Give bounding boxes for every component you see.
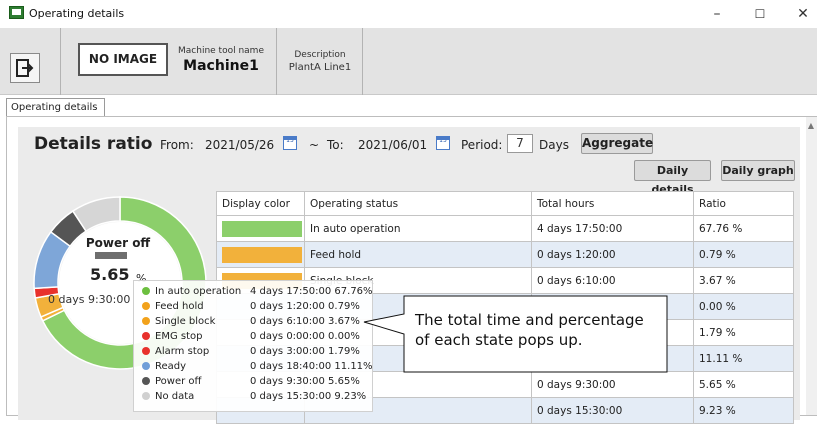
ratio-cell: 67.76 %: [693, 215, 794, 242]
column-header: Operating status: [304, 191, 532, 216]
description-label: Description: [294, 50, 346, 60]
tooltip-value: 0 days 0:00:00 0.00%: [250, 331, 360, 342]
tooltip-value: 0 days 9:30:00 5.65%: [250, 376, 360, 387]
tooltip-row: Single block 0 days 6:10:00 3.67%: [142, 316, 360, 331]
tooltip-value: 0 days 6:10:00 3.67%: [250, 316, 360, 327]
tab-operating-details[interactable]: Operating details: [6, 98, 105, 117]
exit-button[interactable]: [10, 53, 40, 83]
hours-cell: 0 days 15:30:00: [531, 397, 694, 424]
callout-line: of each state pops up.: [415, 331, 583, 349]
title-bar: Operating details – ☐ ✕: [0, 0, 817, 28]
tooltip-name: Single block: [155, 316, 216, 327]
donut-center-title: Power off: [85, 236, 151, 250]
from-label: From:: [160, 138, 194, 152]
tooltip-value: 0 days 3:00:00 1.79%: [250, 346, 360, 357]
header-separator: [60, 28, 61, 95]
tooltip-row: EMG stop 0 days 0:00:00 0.00%: [142, 331, 360, 346]
hours-cell: 4 days 17:50:00: [531, 215, 694, 242]
machine-name-label: Machine tool name: [178, 46, 264, 56]
tooltip-value: 4 days 17:50:00 67.76%: [250, 286, 373, 297]
to-date-field[interactable]: 2021/06/01: [358, 138, 427, 152]
dot-icon: [142, 347, 150, 355]
machine-header: NO IMAGE Machine tool name Machine1 Desc…: [0, 28, 817, 95]
column-header: Display color: [216, 191, 305, 216]
aggregate-button[interactable]: Aggregate: [581, 133, 653, 154]
tooltip-name: Alarm stop: [155, 346, 210, 357]
tooltip-row: Feed hold 0 days 1:20:00 0.79%: [142, 301, 360, 316]
tooltip-name: Feed hold: [155, 301, 204, 312]
color-swatch: [222, 220, 302, 237]
tooltip-name: No data: [155, 391, 195, 402]
dot-icon: [142, 377, 150, 385]
ratio-cell: 0.79 %: [693, 241, 794, 268]
table-row[interactable]: Feed hold 0 days 1:20:00 0.79 %: [216, 241, 794, 268]
ratio-cell: 0.00 %: [693, 293, 794, 320]
window-title: Operating details: [29, 7, 125, 20]
scroll-up-icon[interactable]: ▲: [808, 121, 814, 130]
vertical-scrollbar[interactable]: [806, 117, 817, 415]
donut-center-swatch: [95, 252, 127, 259]
days-label: Days: [539, 138, 569, 152]
dot-icon: [142, 317, 150, 325]
minimize-button[interactable]: –: [702, 4, 732, 24]
column-header: Total hours: [531, 191, 694, 216]
to-label: To:: [327, 138, 344, 152]
tooltip-name: Ready: [155, 361, 187, 372]
dot-icon: [142, 332, 150, 340]
donut-center-time: 0 days 9:30:00: [48, 293, 131, 306]
color-cell: [216, 241, 305, 268]
tooltip-row: Ready 0 days 18:40:00 11.11%: [142, 361, 373, 376]
color-swatch: [222, 246, 302, 263]
ratio-cell: 11.11 %: [693, 345, 794, 372]
tooltip-name: In auto operation: [155, 286, 242, 297]
exit-icon: [16, 59, 34, 77]
from-date-field[interactable]: 2021/05/26: [205, 138, 274, 152]
range-tilde: ~: [309, 138, 320, 152]
description-value: PlantA Line1: [288, 62, 352, 73]
ratio-cell: 1.79 %: [693, 319, 794, 346]
to-calendar-icon[interactable]: 15: [436, 136, 450, 150]
tooltip-name: EMG stop: [155, 331, 203, 342]
maximize-button[interactable]: ☐: [745, 4, 775, 24]
close-button[interactable]: ✕: [788, 4, 817, 24]
hours-cell: 0 days 1:20:00: [531, 241, 694, 268]
app-icon: [9, 6, 24, 19]
period-input[interactable]: 7: [507, 134, 533, 153]
daily-details-button[interactable]: Daily details: [634, 160, 711, 196]
machine-image-placeholder: NO IMAGE: [78, 43, 168, 76]
machine-name-value: Machine1: [183, 58, 259, 74]
tooltip-name: Power off: [155, 376, 202, 387]
ratio-cell: 3.67 %: [693, 267, 794, 294]
ratio-cell: 9.23 %: [693, 397, 794, 424]
from-calendar-icon[interactable]: 15: [283, 136, 297, 150]
tooltip-value: 0 days 1:20:00 0.79%: [250, 301, 360, 312]
donut-center-percent: 5.65: [90, 265, 130, 284]
table-header-row: Display color Operating status Total hou…: [216, 191, 794, 216]
period-label: Period:: [461, 138, 503, 152]
table-row[interactable]: In auto operation 4 days 17:50:00 67.76 …: [216, 215, 794, 242]
ratio-cell: 5.65 %: [693, 371, 794, 398]
status-cell: Feed hold: [304, 241, 532, 268]
tooltip-value: 0 days 15:30:00 9.23%: [250, 391, 367, 402]
tooltip-row: Power off 0 days 9:30:00 5.65%: [142, 376, 360, 391]
dot-icon: [142, 287, 150, 295]
chart-tooltip: In auto operation 4 days 17:50:00 67.76% …: [133, 280, 373, 412]
tooltip-row: In auto operation 4 days 17:50:00 67.76%: [142, 286, 373, 301]
status-cell: In auto operation: [304, 215, 532, 242]
dot-icon: [142, 302, 150, 310]
color-cell: [216, 215, 305, 242]
details-title: Details ratio: [34, 134, 153, 154]
header-separator: [362, 28, 363, 95]
column-header: Ratio: [693, 191, 794, 216]
dot-icon: [142, 362, 150, 370]
callout-line: The total time and percentage: [415, 311, 644, 329]
callout-text: The total time and percentage of each st…: [415, 310, 675, 350]
daily-graph-button[interactable]: Daily graph: [721, 160, 795, 181]
dot-icon: [142, 392, 150, 400]
tooltip-row: No data 0 days 15:30:00 9.23%: [142, 391, 366, 406]
header-separator: [276, 28, 277, 95]
tooltip-row: Alarm stop 0 days 3:00:00 1.79%: [142, 346, 360, 361]
tooltip-value: 0 days 18:40:00 11.11%: [250, 361, 373, 372]
